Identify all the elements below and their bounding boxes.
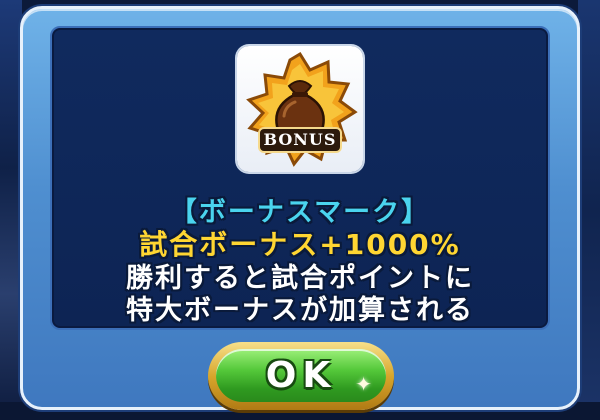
sparkle-icon: ✦	[355, 372, 372, 396]
description-line-2: 特大ボーナスが加算される	[126, 295, 474, 326]
bonus-bag-icon	[246, 51, 358, 167]
ok-button[interactable]: OK ✦	[208, 342, 394, 410]
ok-button-face[interactable]: OK ✦	[216, 349, 386, 402]
bonus-icon-tile: BONUS	[237, 46, 363, 172]
bonus-badge-label: BONUS	[263, 130, 337, 149]
